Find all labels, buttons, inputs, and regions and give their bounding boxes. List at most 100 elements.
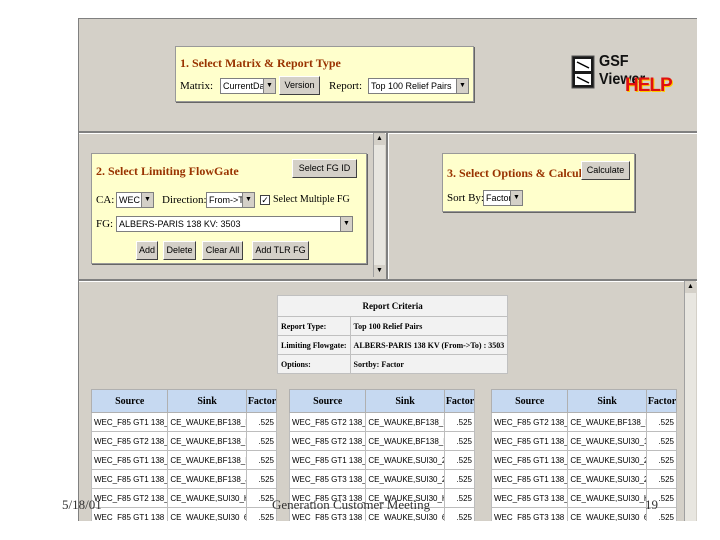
delete-button[interactable]: Delete: [163, 241, 196, 260]
ca-select[interactable]: WEC ▼: [116, 192, 154, 208]
select-multiple-fg-checkbox[interactable]: ✓: [260, 195, 270, 205]
source-cell: WEC_F85 GT2 138_1: [288, 412, 367, 432]
factor-cell: .525: [645, 450, 678, 470]
sink-cell: CE_WAUKE,SUI30_2: [365, 469, 445, 489]
middle-divider: [79, 279, 697, 282]
criteria-value: Sortby: Factor: [349, 354, 509, 374]
criteria-label: Report Type:: [277, 316, 351, 336]
results-header-row: Source Sink Factor: [490, 389, 678, 413]
select-multiple-fg-label: Select Multiple FG: [273, 194, 350, 205]
results-table-1: Source Sink Factor WEC_F85 GT1 138_1 CE_WAUK…: [90, 389, 278, 521]
column-header[interactable]: Sink: [567, 389, 647, 413]
sink-cell: CE_WAUKE,SUI30_H: [567, 488, 647, 508]
direction-select[interactable]: From->To ▼: [206, 192, 255, 208]
factor-cell: .525: [443, 412, 476, 432]
criteria-row: Options: Sortby: Factor: [277, 354, 509, 374]
sort-by-select[interactable]: Factor ▼: [483, 190, 523, 206]
sort-by-select-value: Factor: [486, 193, 512, 203]
add-button[interactable]: Add: [136, 241, 158, 260]
chevron-down-icon: ▼: [456, 79, 468, 93]
report-select[interactable]: Top 100 Relief Pairs ▼: [368, 78, 469, 94]
column-header[interactable]: Source: [490, 389, 569, 413]
help-link[interactable]: HELP: [625, 75, 673, 97]
source-cell: WEC_F85 GT3 138_4: [490, 507, 569, 521]
source-cell: WEC_F85 GT1 138_1: [90, 412, 169, 432]
fg-select-value: ALBERS-PARIS 138 KV: 3503: [119, 219, 241, 229]
table-row: WEC_F85 GT1 138_4 CE_WAUKE,SUI30_2.525: [288, 450, 476, 470]
add-tlr-fg-button[interactable]: Add TLR FG: [252, 241, 309, 260]
table-row: WEC_F85 GT2 138_3 CE_WAUKE,BF138_F .525: [288, 431, 476, 451]
options-panel: 3. Select Options & Calculate Calculate …: [442, 153, 635, 212]
results-scrollbar[interactable]: ▲: [684, 281, 696, 521]
criteria-header: Report Criteria: [276, 295, 509, 317]
sink-cell: CE_WAUKE,SUI30_H: [167, 488, 247, 508]
chevron-down-icon: ▼: [340, 217, 352, 231]
column-header[interactable]: Factor: [645, 389, 678, 413]
factor-cell: .525: [645, 469, 678, 489]
calculate-button[interactable]: Calculate: [581, 161, 630, 180]
source-cell: WEC_F85 GT1 138_2: [490, 450, 569, 470]
results-header-row: Source Sink Factor: [90, 389, 278, 413]
source-cell: WEC_F85 GT1 138_4: [288, 450, 367, 470]
scroll-up-icon[interactable]: ▲: [374, 133, 385, 145]
sink-cell: CE_WAUKE,SUI30_1: [567, 431, 647, 451]
sink-cell: CE_WAUKE,BF138_F: [365, 412, 445, 432]
footer-date: 5/18/01: [62, 497, 102, 512]
factor-cell: .525: [443, 431, 476, 451]
source-cell: WEC_F85 GT1 138_3: [90, 469, 169, 489]
factor-cell: .525: [443, 450, 476, 470]
sink-cell: CE_WAUKE,SUI30_2: [365, 450, 445, 470]
factor-cell: .525: [245, 469, 278, 489]
factor-cell: .525: [645, 412, 678, 432]
scroll-down-icon[interactable]: ▼: [374, 265, 385, 277]
column-header[interactable]: Source: [90, 389, 169, 413]
results-header-row: Source Sink Factor: [288, 389, 476, 413]
table-row: WEC_F85 GT1 138_3 CE_WAUKE,BF138_J .525: [90, 469, 278, 489]
factor-cell: .525: [443, 488, 476, 508]
source-cell: WEC_F85 GT3 138_3: [490, 488, 569, 508]
table-row: WEC_F85 GT1 138_1 CE_WAUKE,SUI30_1.525: [490, 431, 678, 451]
column-header[interactable]: Factor: [443, 389, 476, 413]
logo-icon: [571, 55, 595, 89]
clear-all-button[interactable]: Clear All: [202, 241, 243, 260]
matrix-panel: 1. Select Matrix & Report Type Matrix: C…: [175, 46, 474, 102]
chevron-down-icon: ▼: [242, 193, 254, 207]
footer-page-number: 19: [645, 497, 658, 512]
fg-select[interactable]: ALBERS-PARIS 138 KV: 3503 ▼: [116, 216, 353, 232]
scroll-up-icon[interactable]: ▲: [685, 281, 696, 293]
factor-cell: .525: [245, 412, 278, 432]
factor-cell: .525: [645, 431, 678, 451]
flowgate-area-scrollbar[interactable]: ▲ ▼: [373, 133, 385, 277]
factor-cell: .525: [245, 450, 278, 470]
sink-cell: CE_WAUKE,BF138_F: [167, 431, 247, 451]
source-cell: WEC_F85 GT2 138_2: [90, 431, 169, 451]
report-criteria-table: Report Criteria Report Type: Top 100 Rel…: [276, 295, 509, 374]
table-row: WEC_F85 GT2 138_1 CE_WAUKE,BF138_F .525: [288, 412, 476, 432]
ca-label: CA:: [96, 194, 115, 206]
column-header[interactable]: Sink: [365, 389, 445, 413]
select-fg-id-button[interactable]: Select FG ID: [292, 159, 357, 178]
column-header[interactable]: Sink: [167, 389, 247, 413]
column-header[interactable]: Factor: [245, 389, 278, 413]
chevron-down-icon: ▼: [510, 191, 522, 205]
column-header[interactable]: Source: [288, 389, 367, 413]
flowgate-panel-title: 2. Select Limiting FlowGate: [96, 164, 239, 178]
sink-cell: CE_WAUKE,BF138_F: [365, 431, 445, 451]
sink-cell: CE_WAUKE,BF138_F: [167, 450, 247, 470]
criteria-label: Limiting Flowgate:: [277, 335, 351, 355]
table-row: WEC_F85 GT1 138_4 CE_WAUKE,SUI30_2.525: [490, 469, 678, 489]
flowgate-panel: 2. Select Limiting FlowGate Select FG ID…: [91, 153, 367, 264]
version-button[interactable]: Version: [279, 76, 320, 95]
sink-cell: CE_WAUKE,BF138_F: [167, 412, 247, 432]
source-cell: WEC_F85 GT1 138_1: [490, 431, 569, 451]
sink-cell: CE_WAUKE,BF138_J: [167, 469, 247, 489]
report-select-value: Top 100 Relief Pairs: [371, 81, 452, 91]
table-row: WEC_F85 GT1 138_4 CE_WAUKE,BF138_F .525: [90, 450, 278, 470]
footer-title: Generation Customer Meeting: [272, 497, 431, 512]
source-cell: WEC_F85 GT2 138_3: [490, 412, 569, 432]
source-cell: WEC_F85 GT1 138_4: [90, 450, 169, 470]
source-cell: WEC_F85 GT1 138_2: [90, 507, 169, 521]
criteria-row: Report Type: Top 100 Relief Pairs: [277, 316, 509, 336]
gsf-viewer-logo[interactable]: GSF Viewer HELP: [567, 51, 687, 106]
matrix-select[interactable]: CurrentDay ▼: [220, 78, 276, 94]
